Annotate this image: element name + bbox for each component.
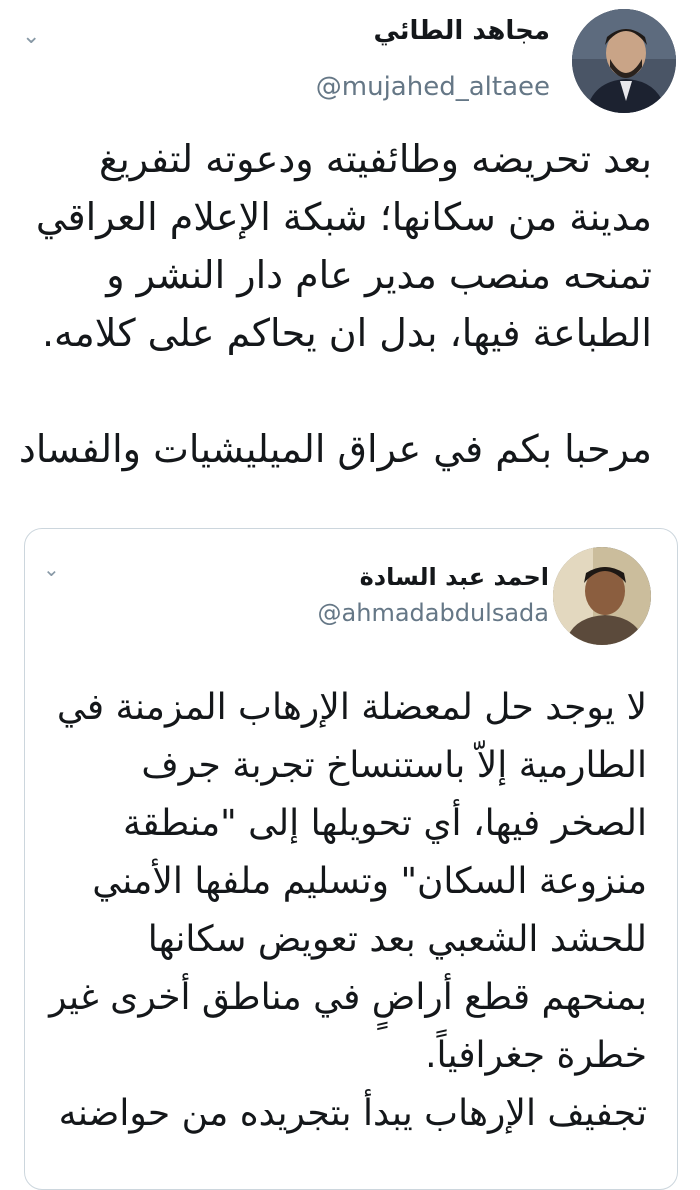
chevron-down-icon[interactable]: ⌄ [43,559,60,579]
avatar-photo [572,9,676,113]
quoted-tweet-card[interactable]: ⌄ احمد عبد السادة @ahmadabdulsada لا يوج… [24,528,678,1190]
quoted-author-avatar[interactable] [553,547,651,645]
quoted-tweet-text: لا يوجد حل لمعضلة الإرهاب المزمنة في الط… [43,679,647,1143]
tweet-text-paragraph: مرحبا بكم في عراق الميليشيات والفساد [18,427,652,471]
quoted-author-name[interactable]: احمد عبد السادة [360,563,549,591]
chevron-down-icon[interactable]: ⌄ [22,26,40,48]
quoted-text-paragraph: تجفيف الإرهاب يبدأ بتجريده من حواضنه [58,1093,647,1134]
author-handle[interactable]: @mujahed_altaee [316,72,550,102]
avatar-photo [553,547,651,645]
tweet-text-paragraph: بعد تحريضه وطائفيته ودعوته لتفريغ مدينة … [35,137,652,355]
author-name[interactable]: مجاهد الطائي [373,16,550,46]
quoted-author-handle[interactable]: @ahmadabdulsada [318,599,549,627]
tweet-text: بعد تحريضه وطائفيته ودعوته لتفريغ مدينة … [18,130,652,478]
quoted-text-paragraph: لا يوجد حل لمعضلة الإرهاب المزمنة في الط… [49,687,647,1076]
author-avatar[interactable] [572,9,676,113]
